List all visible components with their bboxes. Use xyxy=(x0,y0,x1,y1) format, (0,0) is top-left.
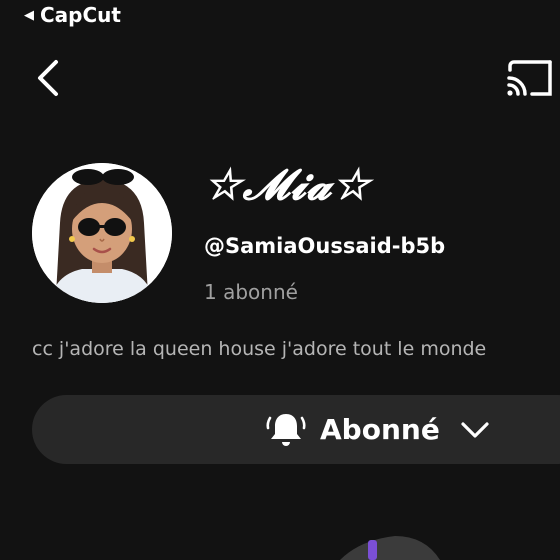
avatar-illustration xyxy=(32,163,172,303)
bottom-content-peek xyxy=(340,536,440,560)
profile-screen: ◀ CapCut ☆𝓜𝓲𝓪☆ @SamiaOussaid-b5b 1 abonn… xyxy=(0,0,560,560)
status-back-to-app[interactable]: ◀ CapCut xyxy=(24,3,121,27)
profile-display-name: ☆𝓜𝓲𝓪☆ xyxy=(204,160,371,209)
profile-bio: cc j'adore la queen house j'adore tout l… xyxy=(32,338,487,360)
cast-button[interactable] xyxy=(506,56,560,100)
back-button[interactable] xyxy=(28,56,68,100)
chevron-down-icon xyxy=(461,421,489,438)
subscribe-label: Abonné xyxy=(320,413,440,446)
bell-icon xyxy=(266,413,306,446)
status-app-label: CapCut xyxy=(40,3,121,27)
avatar[interactable] xyxy=(32,163,172,303)
subscribe-button[interactable]: Abonné xyxy=(32,395,560,464)
follower-count[interactable]: 1 abonné xyxy=(204,280,298,304)
profile-username: @SamiaOussaid-b5b xyxy=(204,234,446,258)
chevron-left-icon xyxy=(38,60,58,96)
back-triangle-icon: ◀ xyxy=(24,7,34,23)
cast-icon xyxy=(507,60,552,96)
